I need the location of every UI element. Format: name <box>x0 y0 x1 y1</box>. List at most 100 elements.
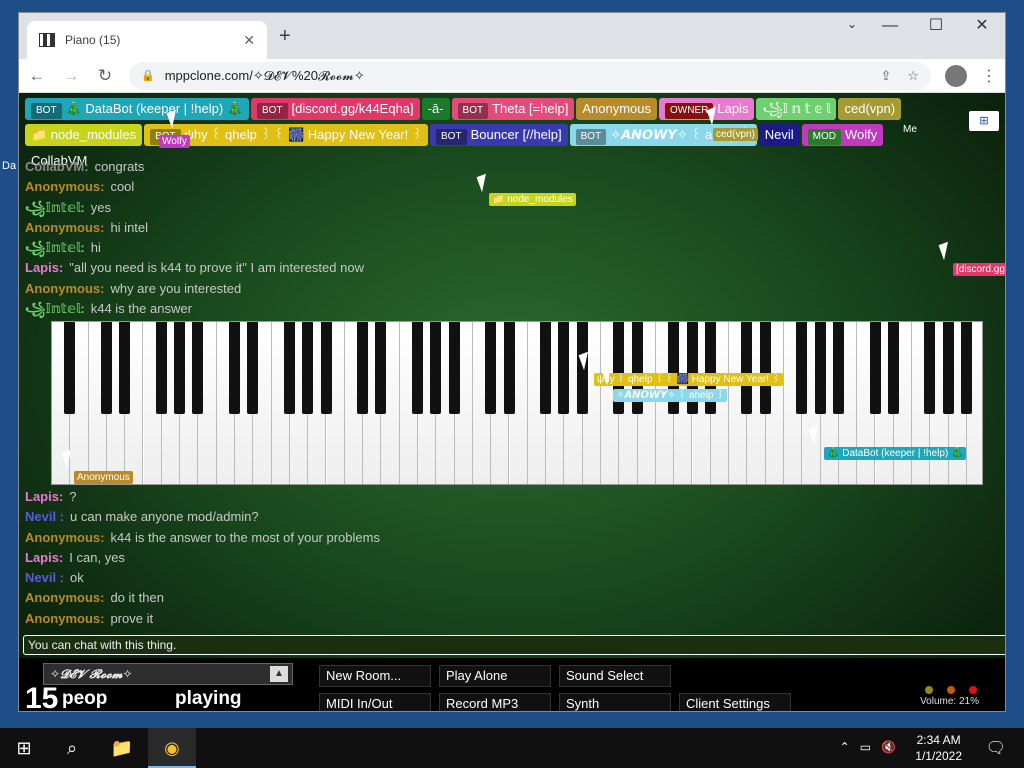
piano-black-key[interactable] <box>430 322 442 414</box>
new-tab-button[interactable]: + <box>279 25 291 48</box>
chat-text: hi <box>90 240 101 256</box>
user-badge[interactable]: BOT Bouncer [//help] <box>430 124 568 146</box>
piano-black-key[interactable] <box>192 322 204 414</box>
piano-black-key[interactable] <box>540 322 552 414</box>
volume-muted-icon[interactable]: 🔇 <box>881 740 896 754</box>
tab-close-icon[interactable]: ✕ <box>243 32 255 49</box>
piano-black-key[interactable] <box>869 322 881 414</box>
user-badge[interactable]: BOT Theta [=help] <box>451 98 575 120</box>
piano-black-key[interactable] <box>320 322 332 414</box>
url-input[interactable]: 🔒 mppclone.com/✧𝓓𝓔𝓥%20𝓡𝓸𝓸𝓶✧ ⇪ ☆ <box>129 61 931 90</box>
tray-chevron-icon[interactable]: ⌃ <box>840 740 850 754</box>
chat-author: Lapis: <box>25 260 64 276</box>
status-leds <box>925 686 977 694</box>
notification-icon[interactable]: 🗨 <box>986 738 1006 758</box>
piano-black-key[interactable] <box>448 322 460 414</box>
record-mp3-button[interactable]: Record MP3 <box>439 693 551 711</box>
chat-text: hi intel <box>110 219 149 235</box>
mouse-cursor-icon <box>938 241 954 261</box>
synth-button[interactable]: Synth <box>559 693 671 711</box>
close-window-button[interactable]: ✕ <box>959 13 1005 41</box>
piano-black-key[interactable] <box>887 322 899 414</box>
piano-black-key[interactable] <box>485 322 497 414</box>
chat-author: CollabVM: <box>25 159 89 174</box>
chat-message: Lapis:? <box>25 487 585 507</box>
menu-kebab-icon[interactable]: ⋮ <box>981 66 997 86</box>
user-tag: BOT <box>436 129 467 145</box>
profile-avatar[interactable] <box>945 64 967 87</box>
forward-button[interactable]: → <box>61 66 81 86</box>
room-name: ✧𝓓𝓔𝓥 𝓡𝓸𝓸𝓶✧ <box>50 667 133 681</box>
bottom-control-bar: ✧𝓓𝓔𝓥 𝓡𝓸𝓸𝓶✧ ▲ 15 peop playing New Room...… <box>19 658 1005 711</box>
piano-black-key[interactable] <box>832 322 844 414</box>
piano-black-key[interactable] <box>229 322 240 414</box>
piano-black-key[interactable] <box>357 322 369 414</box>
piano-keyboard[interactable] <box>51 321 983 485</box>
chat-input[interactable]: You can chat with this thing. <box>23 635 1005 655</box>
piano-black-key[interactable] <box>247 322 259 414</box>
file-explorer-icon[interactable]: 📁 <box>98 728 146 768</box>
piano-black-key[interactable] <box>100 322 112 414</box>
piano-black-key[interactable] <box>174 322 186 414</box>
chat-author: Anonymous: <box>25 179 105 195</box>
user-badge[interactable]: -ā- <box>421 98 450 120</box>
user-badge[interactable]: 📁 node_modules <box>25 124 143 146</box>
piano-black-key[interactable] <box>942 322 954 414</box>
piano-black-key[interactable] <box>796 322 808 414</box>
start-button[interactable]: ⊞ <box>0 728 48 768</box>
chat-text: ? <box>69 489 77 504</box>
piano-black-key[interactable] <box>155 322 167 414</box>
client-settings-button[interactable]: Client Settings <box>679 693 791 711</box>
network-icon[interactable]: ▭ <box>860 740 871 754</box>
chrome-icon[interactable]: ◉ <box>148 728 196 768</box>
piano-black-key[interactable] <box>814 322 826 414</box>
synth-toggle-button[interactable]: ⊞ <box>969 111 999 131</box>
user-badge[interactable]: ced(vpn) <box>838 98 902 120</box>
piano-black-key[interactable] <box>924 322 936 414</box>
piano-black-key[interactable] <box>283 322 295 414</box>
volume-label[interactable]: Volume: 21% <box>920 696 979 707</box>
chat-text: cool <box>110 179 135 195</box>
piano-black-key[interactable] <box>119 322 131 414</box>
piano-black-key[interactable] <box>412 322 423 414</box>
piano-black-key[interactable] <box>759 322 771 414</box>
url-text[interactable]: mppclone.com/✧𝓓𝓔𝓥%20𝓡𝓸𝓸𝓶✧ <box>165 68 871 84</box>
piano-black-key[interactable] <box>558 322 570 414</box>
browser-window: Piano (15) ✕ + ⌄ — ☐ ✕ ← → ↻ 🔒 mppclone.… <box>18 12 1006 712</box>
desktop-icon-label[interactable]: Da <box>2 160 16 172</box>
new-room-button[interactable]: New Room... <box>319 665 431 687</box>
piano-black-key[interactable] <box>375 322 387 414</box>
clock[interactable]: 2:34 AM 1/1/2022 <box>915 732 962 764</box>
user-badge[interactable]: ꧁𝕀 𝕟 𝕥 𝕖 𝕝 <box>756 98 837 120</box>
browser-tab[interactable]: Piano (15) ✕ <box>27 21 267 59</box>
midi-button[interactable]: MIDI In/Out <box>319 693 431 711</box>
play-alone-button[interactable]: Play Alone <box>439 665 551 687</box>
minimize-button[interactable]: — <box>867 13 913 41</box>
search-icon[interactable]: ⌕ <box>48 728 96 768</box>
user-badge[interactable]: BOT 🎄 DataBot (keeper | !help) 🎄 <box>25 98 249 120</box>
maximize-button[interactable]: ☐ <box>913 13 959 41</box>
back-button[interactable]: ← <box>27 66 47 86</box>
piano-black-key[interactable] <box>302 322 314 414</box>
piano-black-key[interactable] <box>741 322 753 414</box>
chat-message: Lapis: I can, yes <box>25 548 585 568</box>
piano-black-key[interactable] <box>503 322 515 414</box>
user-badge[interactable]: Anonymous <box>576 98 658 120</box>
piano-black-key[interactable] <box>64 322 76 414</box>
tab-title: Piano (15) <box>65 33 121 47</box>
user-badge[interactable]: Nevil <box>758 124 800 146</box>
chat-author: Anonymous: <box>25 610 105 626</box>
user-badge[interactable]: BOT [discord.gg/k44Eqha] <box>250 98 420 120</box>
cursor-name-label: Wolfy <box>159 135 190 148</box>
led-yellow <box>925 686 933 694</box>
dropdown-arrow-icon[interactable]: ▲ <box>270 666 288 682</box>
user-name: -ā- <box>427 101 444 116</box>
piano-black-key[interactable] <box>961 322 972 414</box>
reload-button[interactable]: ↻ <box>95 66 115 86</box>
sound-select-button[interactable]: Sound Select <box>559 665 671 687</box>
user-badge[interactable]: MOD Wolfy <box>801 124 884 146</box>
tab-search-icon[interactable]: ⌄ <box>847 17 857 31</box>
share-icon[interactable]: ⇪ <box>880 68 891 84</box>
bookmark-star-icon[interactable]: ☆ <box>907 68 919 84</box>
lock-icon[interactable]: 🔒 <box>141 69 155 82</box>
